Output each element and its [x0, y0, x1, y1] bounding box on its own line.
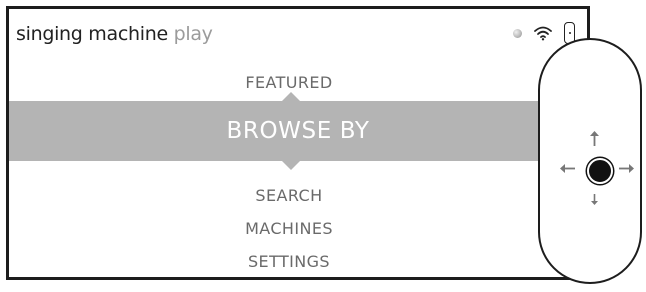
selection-notch-down: [282, 161, 300, 170]
menu-item-machines[interactable]: MACHINES: [9, 219, 569, 238]
arrow-down-icon[interactable]: [591, 194, 598, 205]
device-screen: singing machine play FEATURED BROWSE BY …: [6, 6, 590, 280]
menu-item-featured[interactable]: FEATURED: [9, 73, 569, 92]
arrow-right-icon[interactable]: [619, 164, 634, 173]
dpad-controller: [538, 38, 642, 284]
selection-notch-up: [282, 92, 300, 101]
arrow-left-icon[interactable]: [560, 164, 575, 173]
menu-item-browse-by[interactable]: BROWSE BY: [9, 101, 587, 161]
menu-item-search[interactable]: SEARCH: [9, 186, 569, 205]
arrow-up-icon[interactable]: [590, 131, 599, 146]
status-dot-icon: [513, 28, 522, 38]
center-button-icon[interactable]: [587, 158, 613, 184]
status-bar: [513, 22, 575, 44]
wifi-icon: [534, 26, 552, 41]
brand-name: singing machine: [16, 23, 174, 45]
brand-accent: play: [173, 23, 213, 45]
app-logo: singing machine play: [16, 23, 213, 45]
selected-menu-label: BROWSE BY: [226, 118, 370, 144]
menu-item-settings[interactable]: SETTINGS: [9, 252, 569, 271]
